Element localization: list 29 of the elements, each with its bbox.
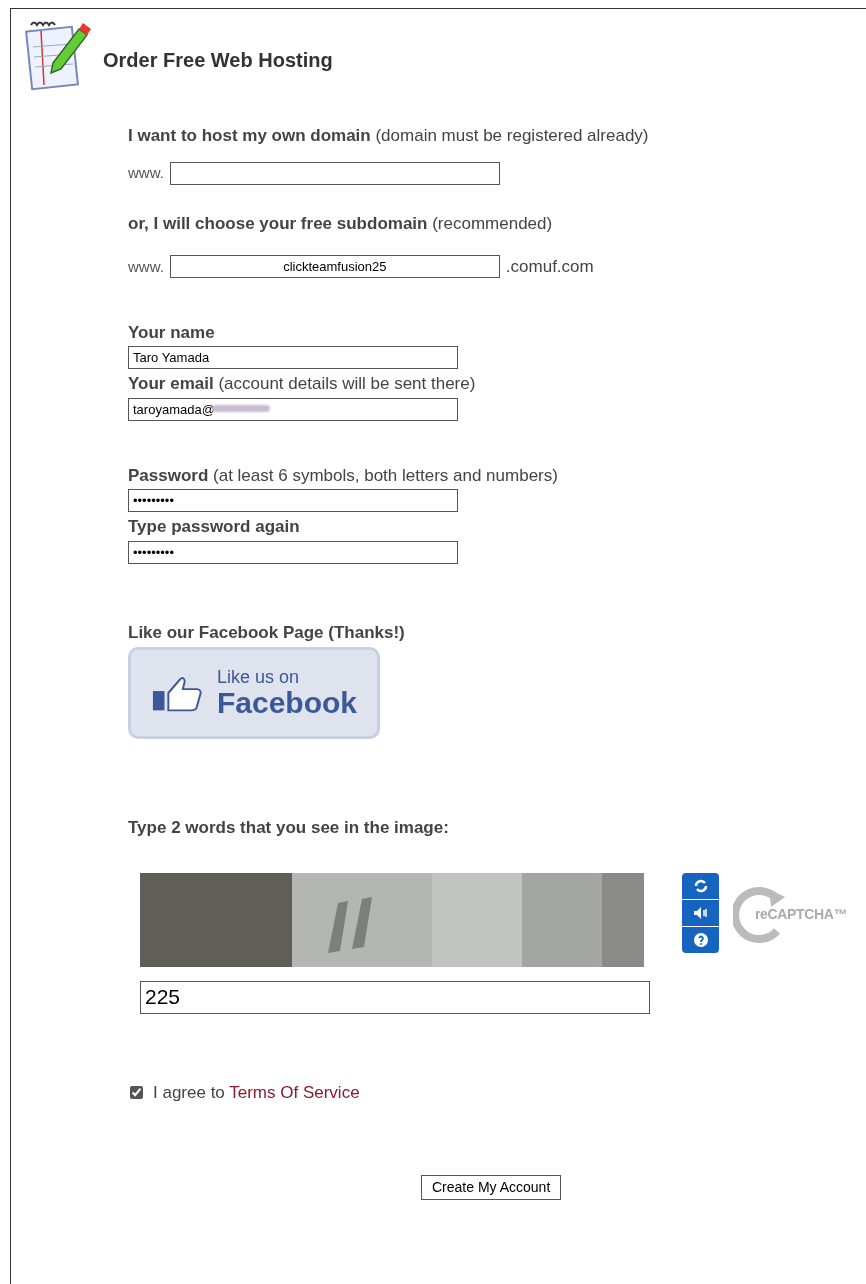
page-title: Order Free Web Hosting [103, 48, 333, 73]
field-label: Your name [128, 321, 216, 344]
field-label: Type password again [128, 516, 301, 538]
captcha-field[interactable]: 225 [140, 980, 650, 1014]
www-prefix: www. [128, 162, 164, 183]
field-label: or, I will choose your free subdomain (recommended) [128, 212, 554, 235]
speaker-icon [692, 905, 709, 920]
agree-checkbox[interactable] [130, 1085, 143, 1099]
field-label: Type 2 words that you see in the image: [128, 817, 450, 839]
name-field[interactable]: Taro Yamada [128, 346, 458, 369]
facebook-like-button[interactable]: Like us on Facebook [128, 647, 380, 739]
email-field[interactable]: taroyamada@ [128, 397, 458, 421]
field-label: Like our Facebook Page (Thanks!) [128, 621, 406, 644]
field-label: Password (at least 6 symbols, both letters and numbers) [128, 464, 559, 487]
domain-suffix: .comuf.com [505, 256, 594, 278]
field-label: I want to host my own domain (domain must be registered already) [128, 125, 650, 147]
help-icon [693, 932, 708, 947]
www-prefix: www. [128, 256, 164, 277]
create-account-button[interactable]: Create My Account [421, 1175, 562, 1200]
recaptcha-logo: reCAPTCHA™ [755, 905, 848, 924]
password-again-field[interactable]: ••••••••• [128, 540, 458, 564]
password-field[interactable]: ••••••••• [128, 489, 458, 512]
domain-field[interactable] [169, 161, 500, 185]
subdomain-field[interactable]: clickteamfusion25 [169, 255, 500, 279]
terms-link[interactable]: Terms Of Service [229, 1082, 360, 1102]
refresh-icon [692, 877, 709, 894]
field-label: Your email (account details will be sent there) [128, 373, 477, 395]
blurred-text [212, 404, 270, 412]
agree-text: I agree to Terms Of Service [153, 1081, 360, 1104]
